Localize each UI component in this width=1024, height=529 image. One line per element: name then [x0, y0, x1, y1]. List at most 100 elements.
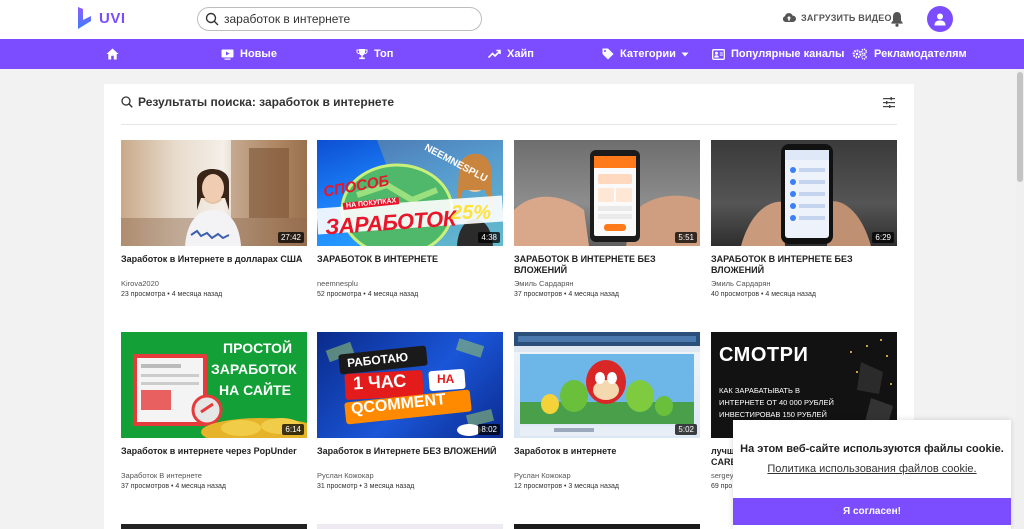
thumbnail-caption: 1 ЧАС — [352, 370, 407, 394]
logo[interactable]: UVI — [76, 6, 126, 30]
video-duration: 6:29 — [872, 232, 894, 243]
video-duration: 6:14 — [282, 424, 304, 435]
video-title[interactable]: Заработок в интернете через PopUnder — [121, 446, 307, 468]
video-meta: 12 просмотров • 3 месяца назад — [514, 483, 619, 490]
video-duration: 4:38 — [478, 232, 500, 243]
nav-top[interactable]: Топ — [356, 39, 393, 69]
nav-popular-channels-label: Популярные каналы — [731, 48, 845, 60]
results-divider — [121, 124, 897, 125]
thumbnail-art — [121, 140, 307, 246]
search-input[interactable] — [224, 12, 464, 26]
video-card[interactable]: СПОСОБ НА ПОКУПКАХ ЗАРАБОТОК 25% NEEMNES… — [317, 140, 503, 298]
video-meta: 31 просмотр • 3 месяца назад — [317, 483, 415, 490]
video-thumbnail[interactable]: 6:29 — [711, 140, 897, 246]
logo-text: UVI — [99, 9, 126, 27]
video-thumbnail-partial[interactable] — [514, 524, 700, 529]
thumbnail-art — [514, 332, 700, 436]
video-thumbnail-partial[interactable] — [121, 524, 307, 529]
video-title[interactable]: Заработок в Интернете БЕЗ ВЛОЖЕНИЙ — [317, 446, 503, 468]
thumbnail-art — [514, 150, 700, 246]
video-thumbnail[interactable]: СПОСОБ НА ПОКУПКАХ ЗАРАБОТОК 25% NEEMNES… — [317, 140, 503, 246]
video-duration: 8:02 — [478, 424, 500, 435]
contact-card-icon — [712, 48, 725, 60]
video-card[interactable]: 6:29 ЗАРАБОТОК В ИНТЕРНЕТЕ БЕЗ ВЛОЖЕНИЙ … — [711, 140, 897, 298]
video-author[interactable]: Заработок В интернете — [121, 471, 307, 480]
video-thumbnail[interactable]: 27:42 — [121, 140, 307, 246]
caret-down-icon — [681, 52, 689, 56]
nav-categories[interactable]: Категории — [602, 39, 689, 69]
video-author[interactable]: neemnesplu — [317, 279, 503, 288]
video-thumbnail[interactable]: 5:51 — [514, 140, 700, 246]
search-icon[interactable] — [205, 12, 219, 26]
upload-video-label: ЗАГРУЗИТЬ ВИДЕО — [801, 12, 892, 23]
user-avatar[interactable] — [927, 6, 953, 32]
nav-hype[interactable]: Хайп — [488, 39, 534, 69]
results-heading-text: Результаты поиска: заработок в интернете — [138, 95, 395, 109]
video-card[interactable]: 5:51 ЗАРАБОТОК В ИНТЕРНЕТЕ БЕЗ ВЛОЖЕНИЙ … — [514, 140, 700, 298]
cloud-upload-icon — [782, 13, 796, 22]
video-meta: 37 просмотров • 4 месяца назад — [121, 483, 226, 490]
monitor-play-icon — [221, 49, 234, 60]
nav-hype-label: Хайп — [507, 48, 534, 60]
thumbnail-caption: НА САЙТЕ — [219, 382, 291, 398]
nav-advertisers-label: Рекламодателям — [874, 48, 967, 60]
video-title[interactable]: ЗАРАБОТОК В ИНТЕРНЕТЕ БЕЗ ВЛОЖЕНИЙ — [514, 254, 700, 276]
video-thumbnail[interactable]: РАБОТАЮ 1 ЧАС НА QCOMMENT 8:02 — [317, 332, 503, 438]
notification-bell-icon[interactable] — [890, 11, 904, 27]
upload-video-button[interactable]: ЗАГРУЗИТЬ ВИДЕО — [782, 12, 892, 23]
video-title[interactable]: Заработок в Интернете в долларах США — [121, 254, 307, 276]
video-title[interactable]: лучш CARE — [711, 446, 735, 468]
nav-new-label: Новые — [240, 48, 277, 60]
cookie-accept-button[interactable]: Я согласен! — [733, 498, 1011, 525]
filter-sliders-icon[interactable] — [883, 97, 895, 108]
nav-advertisers[interactable]: Рекламодателям — [852, 39, 967, 69]
video-title[interactable]: ЗАРАБОТОК В ИНТЕРНЕТЕ — [317, 254, 503, 276]
nav-new[interactable]: Новые — [221, 39, 277, 69]
video-card[interactable]: 5:02 Заработок в интернете Руслан Кожока… — [514, 332, 700, 490]
header: UVI ЗАГРУЗИТЬ ВИДЕО — [0, 0, 1024, 39]
video-card[interactable]: ПРОСТОЙ ЗАРАБОТОК НА САЙТЕ 6:14 Заработо… — [121, 332, 307, 490]
video-duration: 27:42 — [277, 232, 304, 243]
nav-categories-label: Категории — [620, 48, 676, 60]
video-meta: 40 просмотров • 4 месяца назад — [711, 291, 816, 298]
video-author[interactable]: Эмиль Сардарян — [711, 279, 897, 288]
video-author[interactable]: Kirova2020 — [121, 279, 307, 288]
logo-icon — [78, 7, 91, 29]
nav-home[interactable] — [106, 39, 125, 69]
home-icon — [106, 48, 119, 60]
video-author[interactable]: Руслан Кожокар — [514, 471, 700, 480]
thumbnail-caption: ЗАРАБОТОК — [211, 361, 297, 377]
cookie-message: На этом веб-сайте используются файлы coo… — [740, 443, 1004, 455]
video-duration: 5:02 — [675, 424, 697, 435]
search-icon — [121, 96, 133, 108]
trending-icon — [488, 49, 501, 59]
search-box[interactable] — [197, 7, 482, 31]
video-title[interactable]: Заработок в интернете — [514, 446, 700, 468]
page-scrollbar-thumb[interactable] — [1017, 72, 1023, 182]
results-heading: Результаты поиска: заработок в интернете — [121, 95, 394, 109]
trophy-icon — [356, 49, 368, 60]
video-meta: 23 просмотра • 4 месяца назад — [121, 291, 223, 298]
user-icon — [934, 13, 946, 26]
video-card[interactable]: РАБОТАЮ 1 ЧАС НА QCOMMENT 8:02 Заработок… — [317, 332, 503, 490]
video-author[interactable]: Эмиль Сардарян — [514, 279, 700, 288]
video-author[interactable]: Руслан Кожокар — [317, 471, 503, 480]
thumbnail-caption: СМОТРИ — [719, 344, 809, 366]
cookie-banner: На этом веб-сайте используются файлы coo… — [733, 420, 1011, 529]
thumbnail-caption: ИНВЕСТИРОВАВ 150 РУБЛЕЙ — [719, 410, 827, 419]
cookie-policy-link[interactable]: Политика использования файлов cookie. — [733, 463, 1011, 475]
video-meta: 52 просмотра • 4 месяца назад — [317, 291, 419, 298]
gears-icon — [852, 48, 868, 60]
main-nav: Новые Топ Хайп Категории Популярные кана… — [0, 39, 1024, 69]
thumbnail-caption: 25% — [451, 202, 492, 224]
video-thumbnail[interactable]: ПРОСТОЙ ЗАРАБОТОК НА САЙТЕ 6:14 — [121, 332, 307, 438]
video-card[interactable]: 27:42 Заработок в Интернете в долларах С… — [121, 140, 307, 298]
thumbnail-caption: ИНТЕРНЕТЕ ОТ 40 000 РУБЛЕЙ — [719, 398, 834, 407]
video-thumbnail[interactable]: 5:02 — [514, 332, 700, 438]
nav-popular-channels[interactable]: Популярные каналы — [712, 39, 844, 69]
nav-top-label: Топ — [374, 48, 394, 60]
video-thumbnail-partial[interactable] — [317, 524, 503, 529]
thumbnail-art — [741, 144, 871, 246]
video-title[interactable]: ЗАРАБОТОК В ИНТЕРНЕТЕ БЕЗ ВЛОЖЕНИЙ — [711, 254, 897, 276]
thumbnail-caption: НА — [437, 372, 455, 386]
